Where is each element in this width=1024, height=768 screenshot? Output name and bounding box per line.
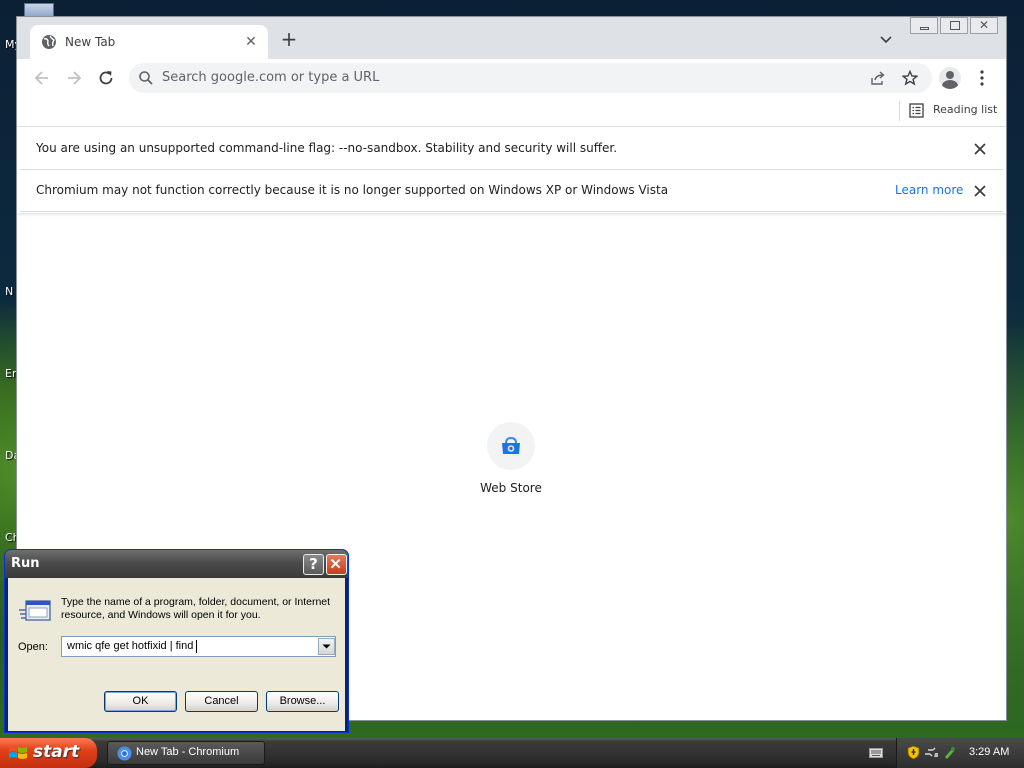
- bookmarks-divider: [899, 101, 900, 121]
- web-store-label[interactable]: Web Store: [457, 481, 565, 495]
- run-description: Type the name of a program, folder, docu…: [61, 596, 331, 621]
- system-tray: 3:29 AM: [896, 738, 1024, 768]
- globe-icon: [42, 35, 56, 49]
- open-combobox[interactable]: wmic qfe get hotfixid | find: [61, 636, 336, 657]
- ok-button[interactable]: OK: [104, 691, 177, 712]
- windows-flag-icon: [9, 746, 27, 759]
- infobar-close-icon[interactable]: [972, 183, 988, 199]
- open-dropdown-button[interactable]: [318, 638, 335, 655]
- new-tab-plus-icon[interactable]: +: [280, 29, 298, 49]
- omnibox-placeholder[interactable]: Search google.com or type a URL: [162, 70, 379, 85]
- search-icon: [139, 71, 153, 85]
- run-close-button[interactable]: [326, 554, 347, 575]
- close-icon: ✕: [979, 18, 990, 32]
- restore-icon: [950, 21, 960, 30]
- security-shield-icon[interactable]: [906, 745, 921, 760]
- run-titlebar[interactable]: Run ?: [5, 550, 348, 578]
- avatar-body: [942, 80, 958, 89]
- open-input[interactable]: wmic qfe get hotfixid | find: [67, 640, 196, 652]
- back-arrow-icon[interactable]: [32, 68, 52, 88]
- network-icon[interactable]: [924, 745, 939, 760]
- clock[interactable]: 3:29 AM: [969, 746, 1009, 758]
- taskbar-item-label: New Tab - Chromium: [136, 746, 240, 758]
- minimize-button[interactable]: [910, 17, 938, 34]
- web-store-shortcut[interactable]: [487, 422, 535, 470]
- infobar-text: You are using an unsupported command-lin…: [36, 141, 618, 155]
- tab-search-chevron-icon[interactable]: [879, 35, 893, 45]
- bookmark-star-icon[interactable]: [902, 70, 918, 86]
- toolbar: Search google.com or type a URL: [17, 59, 1006, 97]
- cancel-button[interactable]: Cancel: [185, 691, 258, 712]
- run-title: Run: [11, 556, 40, 571]
- infobar-unsupported-os: Chromium may not function correctly beca…: [20, 170, 1003, 212]
- keyboard-icon[interactable]: [869, 748, 883, 758]
- infobar-text: Chromium may not function correctly beca…: [36, 183, 669, 197]
- chromium-icon: [117, 746, 132, 761]
- open-label: Open:: [18, 641, 48, 653]
- infobar-sandbox-warning: You are using an unsupported command-lin…: [20, 128, 1003, 170]
- reload-icon[interactable]: [96, 68, 116, 88]
- menu-kebab-icon[interactable]: [977, 70, 987, 86]
- start-button[interactable]: start: [0, 738, 97, 768]
- taskbar: start New Tab - Chromium 3:29 AM: [0, 738, 1024, 768]
- forward-arrow-icon[interactable]: [64, 68, 84, 88]
- learn-more-link[interactable]: Learn more: [895, 183, 963, 197]
- close-icon: [330, 558, 341, 569]
- help-button[interactable]: ?: [303, 554, 324, 575]
- omnibox[interactable]: Search google.com or type a URL: [129, 63, 932, 93]
- infobar-close-icon[interactable]: [972, 141, 988, 157]
- restore-button[interactable]: [940, 17, 968, 34]
- safely-remove-icon[interactable]: [942, 745, 957, 760]
- share-icon[interactable]: [870, 70, 886, 86]
- tab-strip: New Tab ✕ + ✕: [17, 17, 1006, 59]
- web-store-icon: [502, 436, 520, 454]
- avatar-head: [946, 71, 954, 79]
- start-label: start: [33, 742, 80, 762]
- tab-close-icon[interactable]: ✕: [244, 35, 258, 49]
- taskbar-item-chromium[interactable]: New Tab - Chromium: [107, 741, 265, 765]
- profile-avatar-icon[interactable]: [939, 67, 961, 89]
- tab-title: New Tab: [65, 35, 116, 49]
- browse-button[interactable]: Browse...: [266, 691, 339, 712]
- run-dialog: Run ? Type the name of a program, folder…: [4, 549, 349, 733]
- reading-list-button[interactable]: Reading list: [933, 103, 997, 116]
- reading-list-icon[interactable]: [909, 103, 924, 118]
- tab-new-tab[interactable]: New Tab ✕: [30, 25, 268, 59]
- bookmarks-bar: Reading list: [17, 97, 1006, 127]
- minimize-icon: [920, 27, 929, 30]
- chevron-down-icon: [322, 644, 331, 649]
- run-body: Type the name of a program, folder, docu…: [8, 578, 345, 731]
- text-caret: [196, 640, 197, 653]
- run-program-icon: [19, 600, 51, 621]
- close-button[interactable]: ✕: [970, 17, 998, 34]
- window-controls: ✕: [910, 17, 998, 35]
